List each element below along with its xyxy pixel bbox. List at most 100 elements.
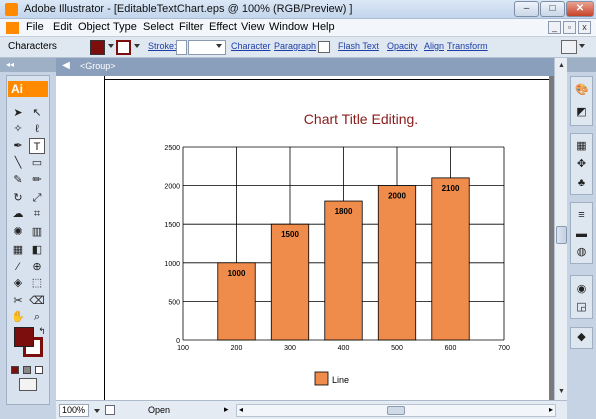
version-cue-icon[interactable]	[105, 405, 115, 415]
screen-mode-button[interactable]	[19, 378, 37, 391]
color-guide-icon[interactable]: ◩	[575, 106, 588, 119]
color-mode-button[interactable]	[11, 366, 19, 374]
minimize-button[interactable]: –	[514, 1, 539, 17]
gradient-mode-button[interactable]	[23, 366, 31, 374]
brushes-panel-icon[interactable]: ✥	[575, 158, 588, 171]
horizontal-scroll-thumb[interactable]	[387, 406, 405, 415]
menu-bar: File Edit Object Type Select Filter Effe…	[0, 19, 596, 37]
fill-color-box[interactable]	[14, 327, 34, 347]
scroll-up-icon[interactable]: ▲	[556, 60, 567, 71]
collapse-icon[interactable]: ◂◂	[6, 60, 14, 69]
lasso-tool-icon[interactable]: ℓ	[29, 121, 45, 137]
doc-minimize-button[interactable]: _	[548, 21, 561, 34]
live-paint-tool-icon[interactable]: ◈	[10, 275, 26, 291]
doc-close-button[interactable]: x	[578, 21, 591, 34]
character-link[interactable]: Character	[231, 41, 271, 51]
gradient-tool-icon[interactable]: ◧	[29, 242, 45, 258]
menu-edit[interactable]: Edit	[53, 21, 72, 33]
menu-file[interactable]: File	[26, 21, 44, 33]
pen-tool-icon[interactable]: ✒	[10, 138, 26, 154]
scale-tool-icon[interactable]: ⤢	[29, 190, 45, 206]
scroll-right-icon[interactable]: ▸	[549, 405, 553, 414]
symbol-sprayer-tool-icon[interactable]: ✺	[10, 224, 26, 240]
selection-tool-icon[interactable]: ➤	[10, 105, 26, 121]
swatches-panel-icon[interactable]: ▦	[575, 140, 588, 153]
menu-window[interactable]: Window	[269, 21, 308, 33]
flash-text-link[interactable]: Flash Text	[338, 41, 379, 51]
transparency-panel-icon[interactable]: ◍	[575, 246, 588, 259]
fill-swatch[interactable]	[90, 40, 105, 55]
status-bar: 100% Open ▸ ◂ ▸	[56, 400, 567, 419]
stroke-swatch[interactable]	[116, 40, 131, 55]
color-panel-icon[interactable]: 🎨	[575, 84, 589, 97]
eraser-tool-icon[interactable]: ⌫	[29, 293, 45, 309]
warp-tool-icon[interactable]: ☁	[10, 206, 26, 222]
paragraph-link[interactable]: Paragraph	[274, 41, 316, 51]
x-tick-label: 700	[498, 345, 510, 352]
back-arrow-icon[interactable]: ◀	[60, 60, 72, 72]
opacity-link[interactable]: Opacity	[387, 41, 418, 51]
none-mode-button[interactable]	[35, 366, 43, 374]
chevron-down-icon[interactable]	[94, 409, 100, 413]
blend-tool-icon[interactable]: ⊕	[29, 259, 45, 275]
bar-value-label: 1500	[281, 230, 299, 239]
rectangle-tool-icon[interactable]: ▭	[29, 155, 45, 171]
chevron-down-icon[interactable]	[579, 44, 585, 48]
chevron-down-icon[interactable]	[108, 44, 114, 48]
slice-tool-icon[interactable]: ✂	[10, 293, 26, 309]
menu-effect[interactable]: Effect	[209, 21, 237, 33]
graph-tool-icon[interactable]: ▥	[29, 224, 45, 240]
stroke-panel-icon[interactable]: ≡	[575, 209, 588, 222]
vertical-scrollbar[interactable]: ▲ ▼	[554, 58, 567, 400]
scroll-left-icon[interactable]: ◂	[239, 405, 243, 414]
menu-filter[interactable]: Filter	[179, 21, 203, 33]
graphic-styles-panel-icon[interactable]: ◲	[575, 301, 588, 314]
bar-chart[interactable]: Chart Title Editing. 1000150018002000210…	[56, 76, 554, 400]
menu-view[interactable]: View	[241, 21, 265, 33]
align-link[interactable]: Align	[424, 41, 444, 51]
close-button[interactable]: ✕	[566, 1, 594, 17]
x-tick-label: 500	[391, 345, 403, 352]
menu-object[interactable]: Object	[78, 21, 110, 33]
document-icon[interactable]	[6, 22, 19, 34]
stroke-link[interactable]: Stroke:	[148, 41, 177, 51]
control-bar: Characters Stroke: Character Paragraph F…	[0, 37, 596, 58]
line-tool-icon[interactable]: ╲	[10, 155, 26, 171]
live-paint-selection-tool-icon[interactable]: ⬚	[29, 275, 45, 291]
free-transform-tool-icon[interactable]: ⌗	[29, 206, 45, 222]
eyedropper-tool-icon[interactable]: ⁄	[10, 259, 26, 275]
x-tick-label: 200	[231, 345, 243, 352]
appearance-panel-icon[interactable]: ◉	[575, 283, 588, 296]
pencil-tool-icon[interactable]: ✏	[29, 172, 45, 188]
horizontal-scrollbar[interactable]: ◂ ▸	[236, 404, 556, 417]
stroke-weight-stepper[interactable]	[176, 40, 187, 55]
layers-panel-icon[interactable]: ◆	[575, 331, 588, 344]
mesh-tool-icon[interactable]: ▦	[10, 242, 26, 258]
rotate-tool-icon[interactable]: ↻	[10, 190, 26, 206]
transform-link[interactable]: Transform	[447, 41, 488, 51]
menu-type[interactable]: Type	[113, 21, 137, 33]
chevron-down-icon[interactable]	[216, 44, 222, 48]
menu-help[interactable]: Help	[312, 21, 335, 33]
flash-text-icon[interactable]	[318, 41, 330, 53]
type-tool-icon[interactable]: T	[29, 138, 45, 154]
bar-value-label: 2100	[442, 184, 460, 193]
paintbrush-tool-icon[interactable]: ✎	[10, 172, 26, 188]
gradient-panel-icon[interactable]: ▬	[575, 228, 588, 241]
direct-selection-tool-icon[interactable]: ↖	[29, 105, 45, 121]
zoom-level-field[interactable]: 100%	[59, 404, 89, 417]
workspace-icon[interactable]	[561, 40, 577, 54]
scroll-down-icon[interactable]: ▼	[556, 386, 567, 397]
maximize-button[interactable]: □	[540, 1, 565, 17]
bar	[431, 177, 470, 341]
symbols-panel-icon[interactable]: ♣	[575, 177, 588, 190]
magic-wand-tool-icon[interactable]: ✧	[10, 121, 26, 137]
hand-tool-icon[interactable]: ✋	[10, 309, 26, 325]
chart-title[interactable]: Chart Title Editing.	[304, 111, 418, 127]
status-menu-arrow-icon[interactable]: ▸	[224, 404, 229, 415]
vertical-scroll-thumb[interactable]	[556, 226, 567, 244]
doc-restore-button[interactable]: ▫	[563, 21, 576, 34]
chevron-down-icon[interactable]	[134, 44, 140, 48]
right-dock-header[interactable]	[567, 58, 596, 72]
menu-select[interactable]: Select	[143, 21, 174, 33]
